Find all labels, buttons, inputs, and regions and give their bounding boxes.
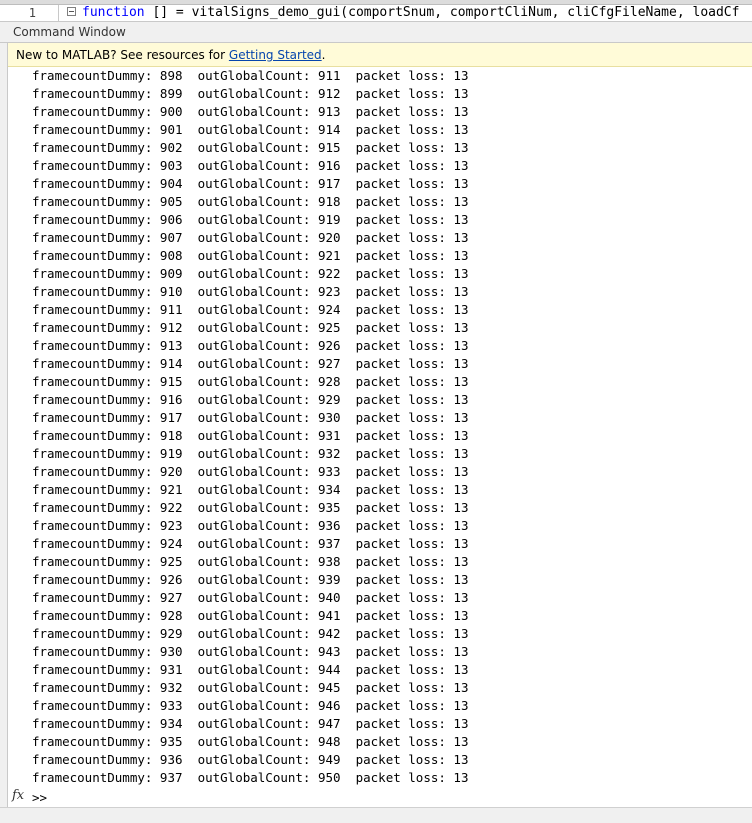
output-line: framecountDummy: 899 outGlobalCount: 912… [32,86,469,101]
command-prompt-row[interactable]: fx >> [8,787,752,807]
output-line: framecountDummy: 923 outGlobalCount: 936… [32,518,469,533]
output-line: framecountDummy: 920 outGlobalCount: 933… [32,464,469,479]
output-line: framecountDummy: 927 outGlobalCount: 940… [32,590,469,605]
output-line: framecountDummy: 898 outGlobalCount: 911… [32,68,469,83]
output-line: framecountDummy: 918 outGlobalCount: 931… [32,428,469,443]
output-line: framecountDummy: 900 outGlobalCount: 913… [32,104,469,119]
output-line: framecountDummy: 901 outGlobalCount: 914… [32,122,469,137]
output-line: framecountDummy: 926 outGlobalCount: 939… [32,572,469,587]
output-line: framecountDummy: 934 outGlobalCount: 947… [32,716,469,731]
getting-started-link[interactable]: Getting Started [229,48,322,62]
output-line: framecountDummy: 907 outGlobalCount: 920… [32,230,469,245]
output-line: framecountDummy: 922 outGlobalCount: 935… [32,500,469,515]
function-browser-icon[interactable]: fx [12,788,24,803]
code-fold-toggle-icon[interactable] [67,7,76,16]
banner-message: New to MATLAB? See resources for [16,48,229,62]
output-line: framecountDummy: 904 outGlobalCount: 917… [32,176,469,191]
output-line: framecountDummy: 917 outGlobalCount: 930… [32,410,469,425]
command-window-header[interactable]: Command Window [0,21,752,43]
command-output: framecountDummy: 898 outGlobalCount: 911… [32,67,469,787]
output-line: framecountDummy: 936 outGlobalCount: 949… [32,752,469,767]
getting-started-banner: New to MATLAB? See resources for Getting… [8,43,752,67]
output-line: framecountDummy: 919 outGlobalCount: 932… [32,446,469,461]
output-line: framecountDummy: 924 outGlobalCount: 937… [32,536,469,551]
output-line: framecountDummy: 925 outGlobalCount: 938… [32,554,469,569]
output-line: framecountDummy: 930 outGlobalCount: 943… [32,644,469,659]
output-line: framecountDummy: 908 outGlobalCount: 921… [32,248,469,263]
output-line: framecountDummy: 902 outGlobalCount: 915… [32,140,469,155]
output-line: framecountDummy: 906 outGlobalCount: 919… [32,212,469,227]
command-window-title: Command Window [13,25,126,39]
line-number: 1 [28,6,36,20]
output-line: framecountDummy: 929 outGlobalCount: 942… [32,626,469,641]
output-line: framecountDummy: 914 outGlobalCount: 927… [32,356,469,371]
output-line: framecountDummy: 910 outGlobalCount: 923… [32,284,469,299]
output-line: framecountDummy: 913 outGlobalCount: 926… [32,338,469,353]
output-line: framecountDummy: 935 outGlobalCount: 948… [32,734,469,749]
output-line: framecountDummy: 911 outGlobalCount: 924… [32,302,469,317]
editor-pane[interactable]: 1 function [] = vitalSigns_demo_gui(comp… [0,5,752,21]
output-line: framecountDummy: 937 outGlobalCount: 950… [32,770,469,785]
output-line: framecountDummy: 916 outGlobalCount: 929… [32,392,469,407]
code-keyword: function [82,5,145,20]
output-line: framecountDummy: 931 outGlobalCount: 944… [32,662,469,677]
command-window[interactable]: New to MATLAB? See resources for Getting… [7,43,752,807]
command-prompt: >> [32,790,48,805]
code-line[interactable]: function [] = vitalSigns_demo_gui(compor… [82,5,739,21]
banner-suffix: . [321,48,326,62]
output-line: framecountDummy: 921 outGlobalCount: 934… [32,482,469,497]
output-line: framecountDummy: 932 outGlobalCount: 945… [32,680,469,695]
status-bar [0,807,752,823]
output-line: framecountDummy: 905 outGlobalCount: 918… [32,194,469,209]
output-line: framecountDummy: 928 outGlobalCount: 941… [32,608,469,623]
banner-text: New to MATLAB? See resources for Getting… [16,48,326,62]
output-line: framecountDummy: 903 outGlobalCount: 916… [32,158,469,173]
output-line: framecountDummy: 915 outGlobalCount: 928… [32,374,469,389]
command-input[interactable] [58,788,748,804]
output-line: framecountDummy: 912 outGlobalCount: 925… [32,320,469,335]
output-line: framecountDummy: 909 outGlobalCount: 922… [32,266,469,281]
gutter-separator [58,5,59,21]
output-line: framecountDummy: 933 outGlobalCount: 946… [32,698,469,713]
code-text: [] = vitalSigns_demo_gui(comportSnum, co… [144,5,740,20]
